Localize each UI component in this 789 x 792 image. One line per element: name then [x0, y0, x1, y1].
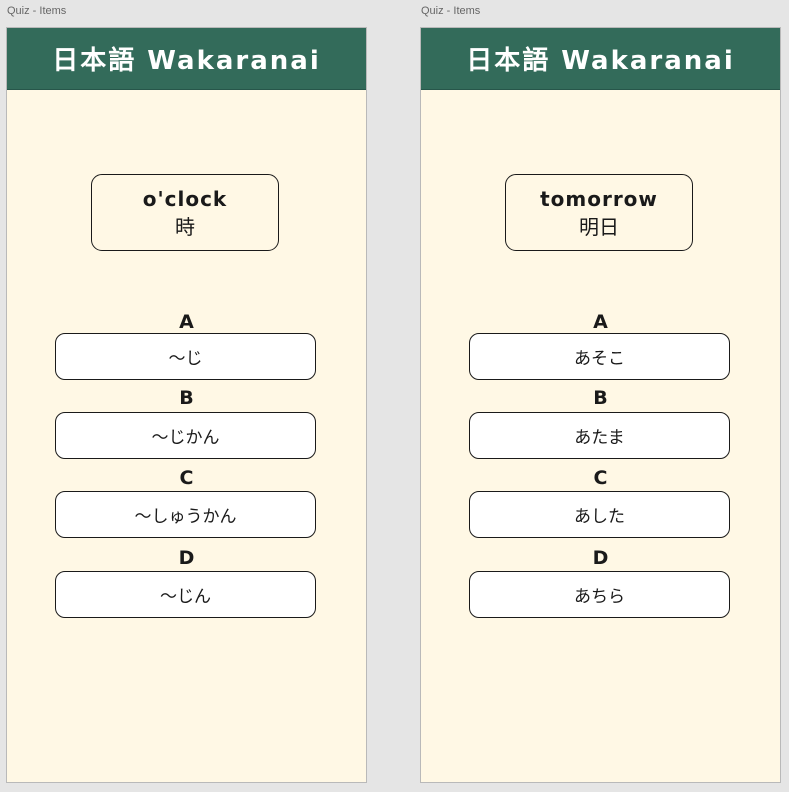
term-japanese: 明日	[579, 214, 619, 239]
term-english: tomorrow	[540, 186, 658, 211]
frame-label[interactable]: Quiz - Items	[421, 5, 480, 17]
question-term-card: tomorrow 明日	[505, 174, 693, 251]
option-d-letter: D	[592, 547, 609, 569]
option-c-button[interactable]: あした	[469, 491, 730, 538]
term-english: o'clock	[142, 186, 228, 211]
frame-label[interactable]: Quiz - Items	[7, 5, 66, 17]
option-a-button[interactable]: ～じ	[55, 333, 316, 380]
option-b-button[interactable]: ～じかん	[55, 412, 316, 459]
question-term-card: o'clock 時	[91, 174, 279, 251]
option-a-button[interactable]: あそこ	[469, 333, 730, 380]
quiz-screen-2: Quiz - Items 日本語 Wakaranai tomorrow 明日 A…	[420, 0, 781, 792]
app-header-title: 日本語 Wakaranai	[421, 28, 780, 90]
quiz-frame: 日本語 Wakaranai tomorrow 明日 A あそこ B あたま C …	[420, 27, 781, 783]
option-d-button[interactable]: あちら	[469, 571, 730, 618]
quiz-frame: 日本語 Wakaranai o'clock 時 A ～じ B ～じかん C ～し…	[6, 27, 367, 783]
option-c-letter: C	[179, 467, 194, 489]
option-c-button[interactable]: ～しゅうかん	[55, 491, 316, 538]
option-b-letter: B	[593, 387, 608, 409]
app-header-title: 日本語 Wakaranai	[7, 28, 366, 90]
option-a-letter: A	[593, 311, 608, 333]
option-b-letter: B	[179, 387, 194, 409]
term-japanese: 時	[175, 214, 195, 239]
option-d-letter: D	[178, 547, 195, 569]
quiz-screen-1: Quiz - Items 日本語 Wakaranai o'clock 時 A ～…	[6, 0, 367, 792]
option-c-letter: C	[593, 467, 608, 489]
option-b-button[interactable]: あたま	[469, 412, 730, 459]
option-a-letter: A	[179, 311, 194, 333]
option-d-button[interactable]: ～じん	[55, 571, 316, 618]
